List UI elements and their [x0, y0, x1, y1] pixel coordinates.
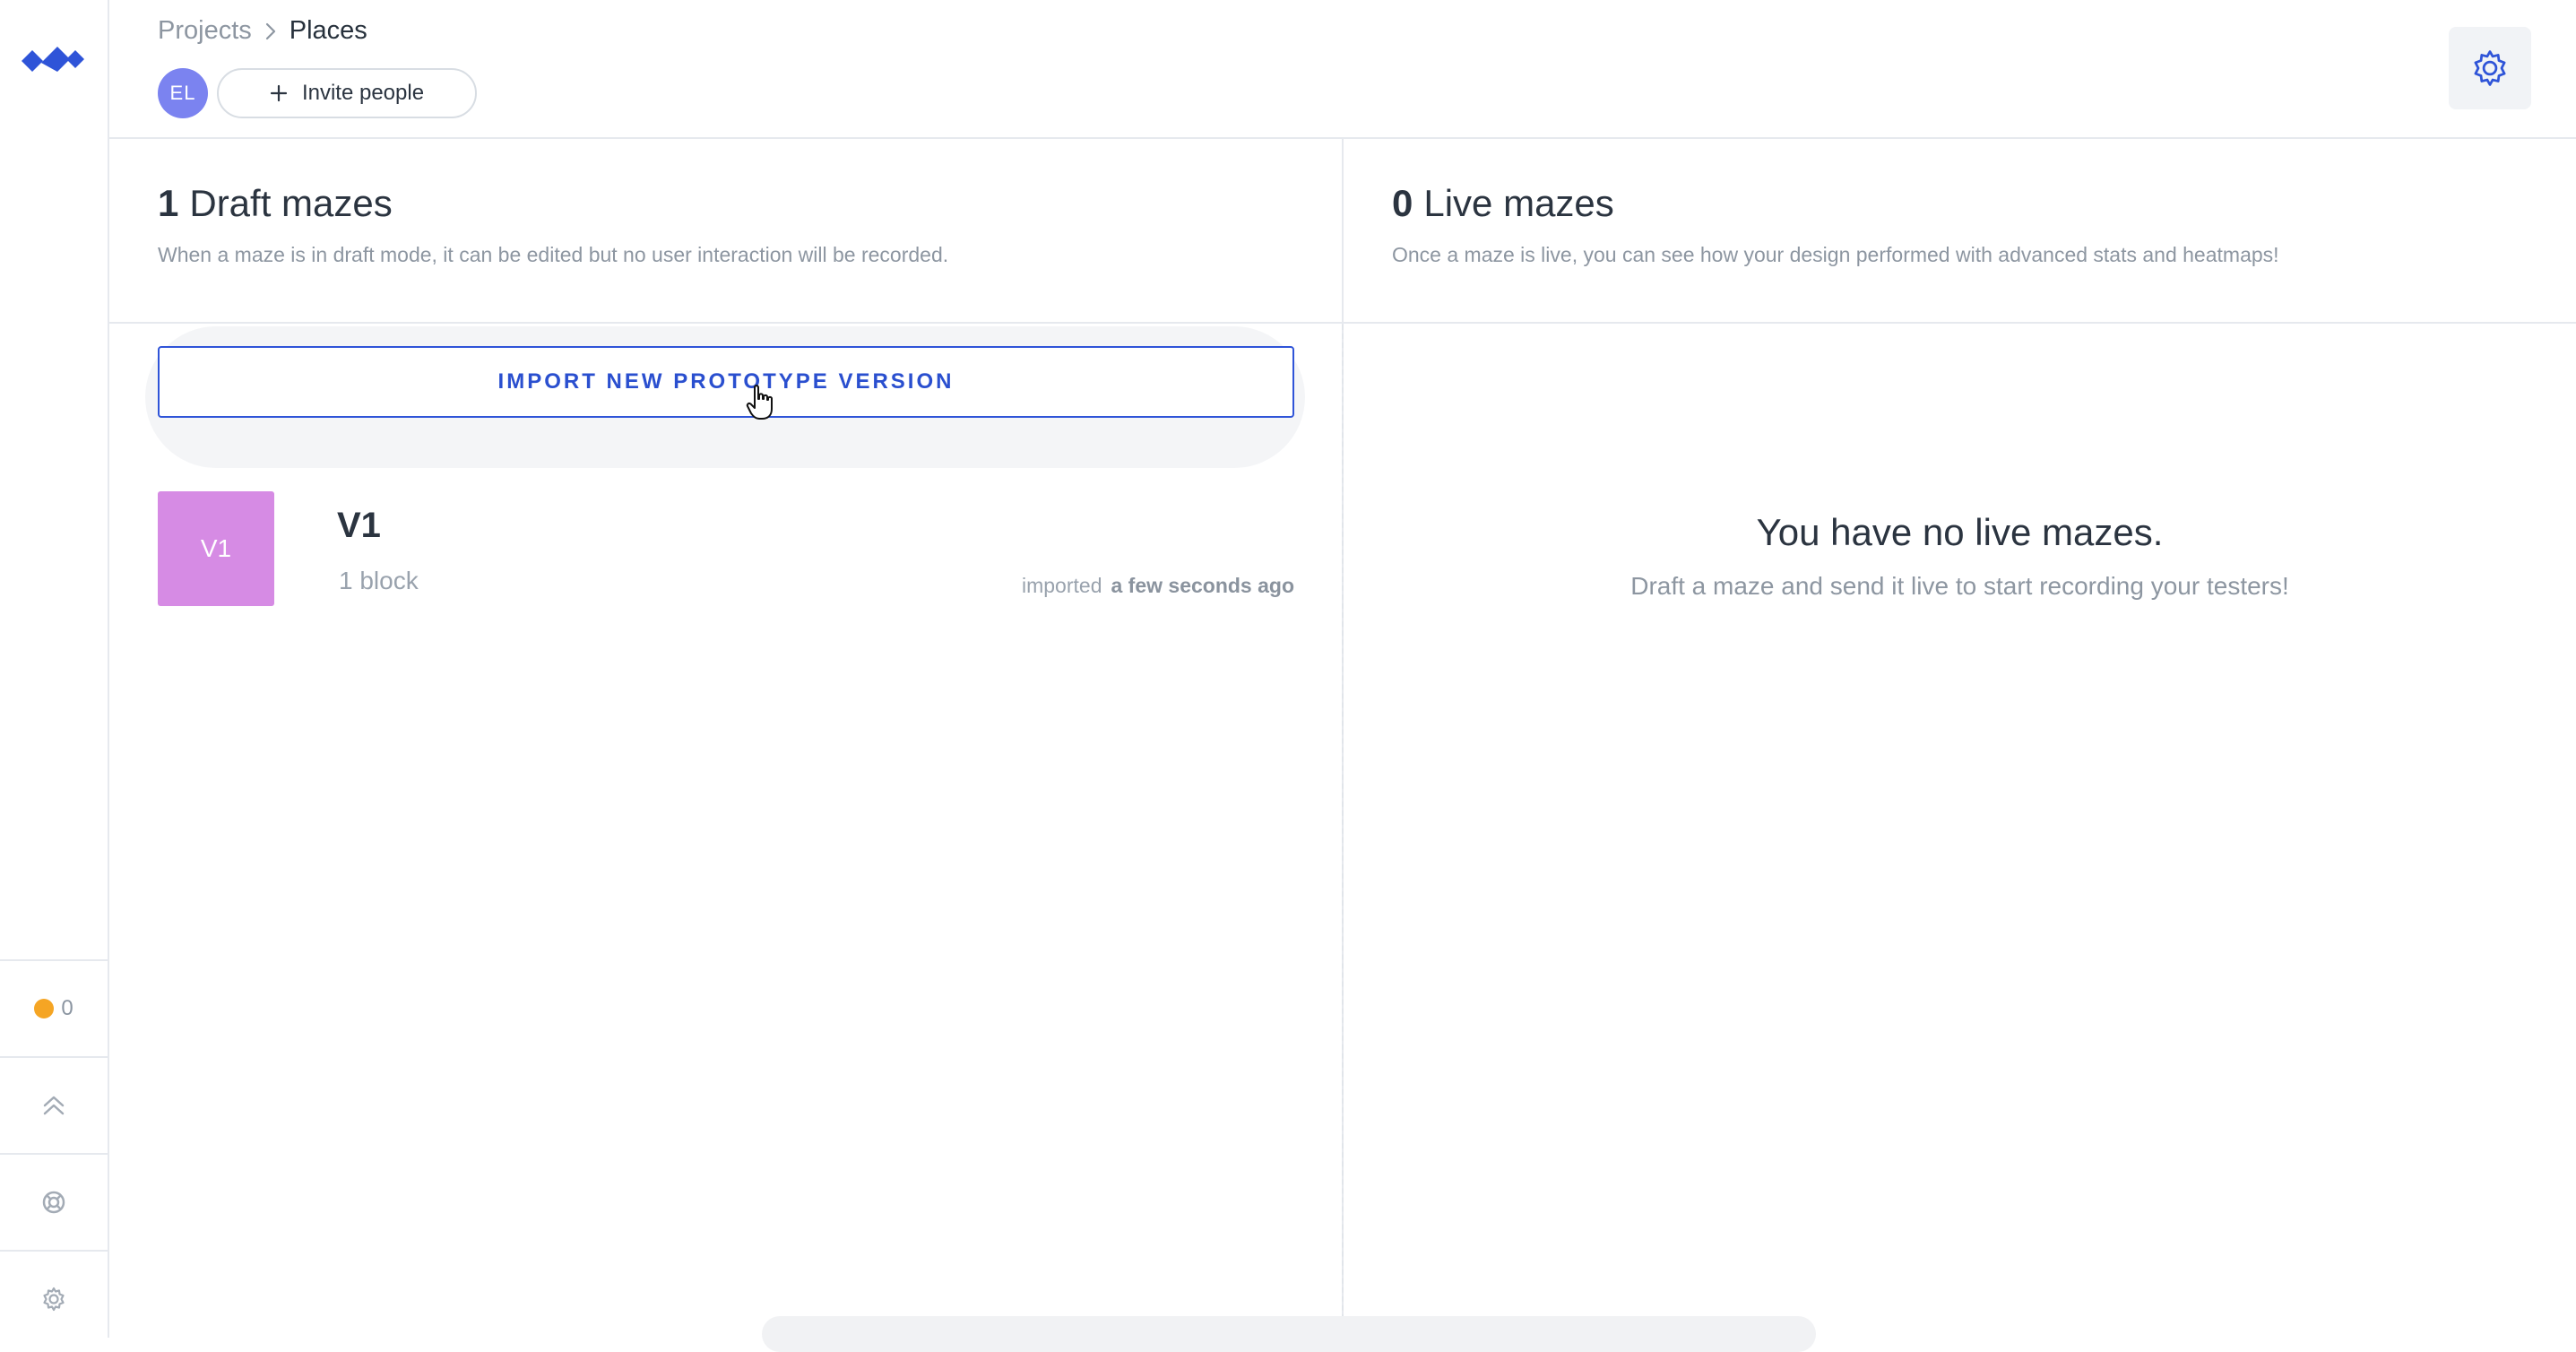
- draft-mazes-header: 1 Draft mazes When a maze is in draft mod…: [109, 139, 1342, 324]
- chevrons-up-icon: [43, 1096, 65, 1115]
- sidebar-bottom-group: 0: [0, 959, 108, 1347]
- upgrade-button[interactable]: [0, 1056, 108, 1153]
- avatar[interactable]: EL: [158, 68, 208, 118]
- breadcrumb-projects-link[interactable]: Projects: [158, 16, 252, 46]
- live-empty-title: You have no live mazes.: [1756, 511, 2164, 553]
- credits-indicator[interactable]: 0: [0, 959, 108, 1056]
- maze-thumbnail: V1: [158, 491, 274, 606]
- left-sidebar: 0: [0, 0, 109, 1338]
- plus-icon: [270, 84, 288, 102]
- live-mazes-description: Once a maze is live, you can see how you…: [1392, 243, 2279, 266]
- breadcrumb: Projects Places: [158, 16, 367, 46]
- draft-title-text: Draft mazes: [189, 182, 393, 224]
- live-count: 0: [1392, 182, 1413, 224]
- account-settings-button[interactable]: [0, 1250, 108, 1347]
- maze-list-item[interactable]: V1 V1 1 block imported a few seconds ago: [158, 491, 1294, 606]
- help-lifebuoy-icon: [42, 1191, 65, 1214]
- credits-count: 0: [61, 996, 73, 1020]
- maze-name: V1: [337, 506, 381, 545]
- imported-label: imported: [1022, 574, 1102, 597]
- bottom-toast-shadow: [762, 1316, 1816, 1352]
- draft-count: 1: [158, 182, 179, 224]
- project-header: Projects Places EL Invite people: [109, 0, 2576, 139]
- logo-icon[interactable]: [20, 41, 86, 74]
- project-settings-button[interactable]: [2449, 27, 2531, 109]
- invite-people-button[interactable]: Invite people: [217, 68, 477, 118]
- live-title-text: Live mazes: [1423, 182, 1614, 224]
- help-button[interactable]: [0, 1153, 108, 1250]
- maze-block-count: 1 block: [339, 567, 419, 594]
- credit-dot-icon: [34, 999, 55, 1018]
- chevron-right-icon: [264, 22, 277, 41]
- maze-import-time: imported a few seconds ago: [1022, 574, 1294, 598]
- column-divider-dashed: [1342, 325, 1344, 1338]
- hand-cursor-icon: [746, 385, 773, 420]
- breadcrumb-current: Places: [289, 16, 367, 45]
- invite-people-label: Invite people: [301, 81, 425, 105]
- live-mazes-header: 0 Live mazes Once a maze is live, you can…: [1344, 139, 2576, 324]
- draft-mazes-title: 1 Draft mazes: [158, 182, 393, 225]
- live-empty-description: Draft a maze and send it live to start r…: [1630, 572, 2289, 600]
- import-prototype-button[interactable]: IMPORT NEW PROTOTYPE VERSION: [158, 346, 1294, 418]
- imported-time: a few seconds ago: [1111, 574, 1294, 597]
- gear-icon: [2474, 50, 2506, 86]
- gear-icon: [43, 1287, 65, 1312]
- live-mazes-title: 0 Live mazes: [1392, 182, 1614, 225]
- draft-mazes-description: When a maze is in draft mode, it can be …: [158, 243, 949, 266]
